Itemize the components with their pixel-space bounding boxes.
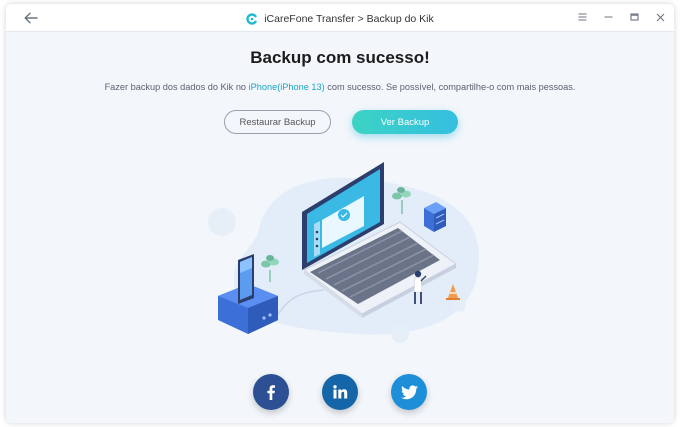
facebook-share-button[interactable] — [253, 374, 289, 410]
success-message-suffix: com sucesso. Se possível, compartilhe-o … — [324, 82, 576, 92]
restore-backup-button[interactable]: Restaurar Backup — [224, 110, 331, 134]
app-window: iCareFone Transfer > Backup do Kik Backu… — [6, 4, 674, 423]
twitter-share-button[interactable] — [391, 374, 427, 410]
minimize-button[interactable] — [602, 10, 614, 24]
bubble-left — [208, 208, 236, 236]
window-title-text: iCareFone Transfer > Backup do Kik — [264, 13, 434, 25]
minimize-icon — [604, 16, 612, 18]
device-name: iPhone(iPhone 13) — [248, 82, 325, 92]
success-message-prefix: Fazer backup dos dados do Kik no — [104, 82, 249, 92]
bubble-right — [454, 300, 466, 312]
phone — [238, 254, 254, 304]
app-logo-icon — [246, 13, 257, 25]
linkedin-share-button[interactable] — [322, 374, 358, 410]
menu-button[interactable] — [576, 10, 588, 24]
close-button[interactable] — [654, 10, 666, 24]
maximize-icon — [629, 13, 639, 21]
view-backup-button[interactable]: Ver Backup — [352, 110, 458, 134]
menu-icon — [578, 13, 586, 21]
backup-illustration — [208, 162, 479, 343]
twitter-icon — [400, 384, 418, 399]
linkedin-icon — [333, 385, 348, 399]
facebook-icon — [267, 385, 275, 400]
window-title: iCareFone Transfer > Backup do Kik — [6, 11, 674, 27]
title-bar: iCareFone Transfer > Backup do Kik — [6, 4, 674, 32]
success-message: Fazer backup dos dados do Kik no iPhone(… — [6, 82, 674, 92]
bubble-bottom — [391, 325, 409, 343]
window-controls — [576, 10, 666, 24]
maximize-button[interactable] — [628, 10, 640, 24]
page-title: Backup com sucesso! — [250, 48, 430, 67]
file-cabinet — [424, 202, 446, 232]
close-icon — [656, 13, 664, 21]
